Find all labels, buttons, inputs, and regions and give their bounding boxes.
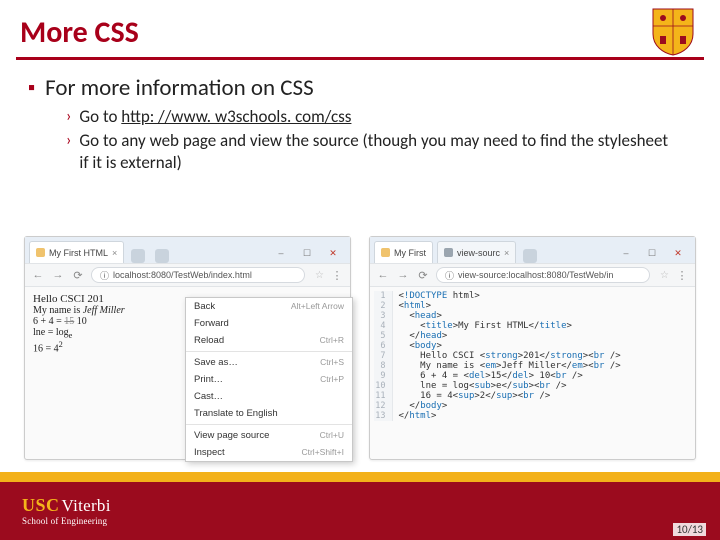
context-menu-item[interactable]: Print…Ctrl+P [186,371,352,388]
source-line: 12 </body> [374,401,621,411]
context-menu-item[interactable]: InspectCtrl+Shift+I [186,444,352,461]
tab-title: My First [394,248,426,258]
url-text: localhost:8080/TestWeb/index.html [113,270,252,280]
tab-title: My First HTML [49,248,108,258]
slide-title: More CSS [0,0,720,57]
close-icon[interactable]: × [112,248,117,258]
slide: More CSS ▪ For more information on CSS ›… [0,0,720,540]
page-number: 10/13 [673,523,706,536]
user-icon[interactable] [155,249,169,263]
source-line: 13</html> [374,411,621,421]
source-view: 1<!DOCTYPE html>2<html>3 <head>4 <title>… [370,287,695,425]
minimize-button[interactable]: – [268,243,294,263]
url-text: view-source:localhost:8080/TestWeb/in [458,270,613,280]
logo-school: School of Engineering [22,517,111,526]
context-menu-item[interactable]: Translate to English [186,405,352,422]
reload-icon[interactable]: ⟳ [416,268,430,282]
bullet-lvl1-text: For more information on CSS [45,74,314,102]
tab-my-first[interactable]: My First [374,241,433,263]
bullet-lvl2-b: › Go to any web page and view the source… [66,130,692,174]
back-icon[interactable]: ← [376,268,390,282]
back-icon[interactable]: ← [31,268,45,282]
maximize-button[interactable]: ☐ [639,243,665,263]
context-menu-item[interactable]: Save as…Ctrl+S [186,354,352,371]
footer-bar: USC Viterbi School of Engineering [0,482,720,540]
forward-icon[interactable]: → [51,268,65,282]
source-line: 4 <title>My First HTML</title> [374,321,621,331]
source-line: 7 Hello CSCI <strong>201</strong><br /> [374,351,621,361]
source-line: 9 6 + 4 = <del>15</del> 10<br /> [374,371,621,381]
browser-view-source: My First view-sourc × – ☐ ✕ ← → ⟳ [369,236,696,460]
browser-rendered: My First HTML × – ☐ ✕ ← → ⟳ ⓘlocalhost:8… [24,236,351,460]
source-line: 8 My name is <em>Jeff Miller</em><br /> [374,361,621,371]
source-line: 1<!DOCTYPE html> [374,291,621,301]
usc-shield-icon [650,6,696,56]
menu-icon[interactable]: ⋮ [330,268,344,282]
source-line: 2<html> [374,301,621,311]
menu-icon[interactable]: ⋮ [675,268,689,282]
source-line: 11 16 = 4<sup>2</sup><br /> [374,391,621,401]
tab-title: view-sourc [457,248,500,258]
context-menu-item[interactable]: Cast… [186,388,352,405]
address-bar: ← → ⟳ ⓘview-source:localhost:8080/TestWe… [370,263,695,287]
window-controls: – ☐ ✕ [613,243,691,263]
bullet-lvl1: ▪ For more information on CSS [28,74,692,102]
w3schools-link[interactable]: http: //www. w3schools. com/css [121,106,351,127]
context-menu-item[interactable]: ReloadCtrl+R [186,332,352,349]
tab-my-first-html[interactable]: My First HTML × [29,241,124,263]
new-tab-icon[interactable] [131,249,145,263]
minimize-button[interactable]: – [613,243,639,263]
close-icon[interactable]: × [504,248,509,258]
user-icon[interactable] [523,249,537,263]
tab-bar: My First view-sourc × – ☐ ✕ [370,237,695,263]
close-button[interactable]: ✕ [320,243,346,263]
tab-bar: My First HTML × – ☐ ✕ [25,237,350,263]
logo-usc: USC [22,496,60,514]
url-field[interactable]: ⓘlocalhost:8080/TestWeb/index.html [91,267,305,283]
usc-viterbi-logo: USC Viterbi School of Engineering [22,496,111,526]
source-line: 3 <head> [374,311,621,321]
source-line: 10 lne = log<sub>e</sub><br /> [374,381,621,391]
url-field[interactable]: ⓘview-source:localhost:8080/TestWeb/in [436,267,650,283]
favicon-icon [381,248,390,257]
source-line: 5 </head> [374,331,621,341]
logo-viterbi: Viterbi [62,497,111,514]
title-rule [16,57,704,60]
context-menu: BackAlt+Left ArrowForwardReloadCtrl+R Sav… [185,297,353,462]
reload-icon[interactable]: ⟳ [71,268,85,282]
source-line: 6 <body> [374,341,621,351]
bullet-lvl2-text: Go to http: //www. w3schools. com/css [79,106,351,128]
bullet-lvl2-a: › Go to http: //www. w3schools. com/css [66,106,692,128]
favicon-icon [36,248,45,257]
context-menu-item[interactable]: Forward [186,315,352,332]
window-controls: – ☐ ✕ [268,243,346,263]
address-bar: ← → ⟳ ⓘlocalhost:8080/TestWeb/index.html… [25,263,350,287]
close-button[interactable]: ✕ [665,243,691,263]
tab-view-source[interactable]: view-sourc × [437,241,516,263]
bullet-icon: › [66,130,71,152]
bookmark-icon[interactable]: ☆ [660,270,669,281]
text: Go to [79,106,121,127]
maximize-button[interactable]: ☐ [294,243,320,263]
bullet-lvl2-text: Go to any web page and view the source (… [79,130,679,174]
context-menu-item[interactable]: View page sourceCtrl+U [186,427,352,444]
bullet-icon: › [66,106,71,128]
bullet-icon: ▪ [28,74,35,102]
screenshots-row: My First HTML × – ☐ ✕ ← → ⟳ ⓘlocalhost:8… [24,236,696,460]
favicon-icon [444,248,453,257]
bookmark-icon[interactable]: ☆ [315,270,324,281]
source-lines: 1<!DOCTYPE html>2<html>3 <head>4 <title>… [374,291,621,421]
forward-icon[interactable]: → [396,268,410,282]
content-area: ▪ For more information on CSS › Go to ht… [0,68,720,174]
context-menu-item[interactable]: BackAlt+Left Arrow [186,298,352,315]
gold-bar [0,472,720,482]
